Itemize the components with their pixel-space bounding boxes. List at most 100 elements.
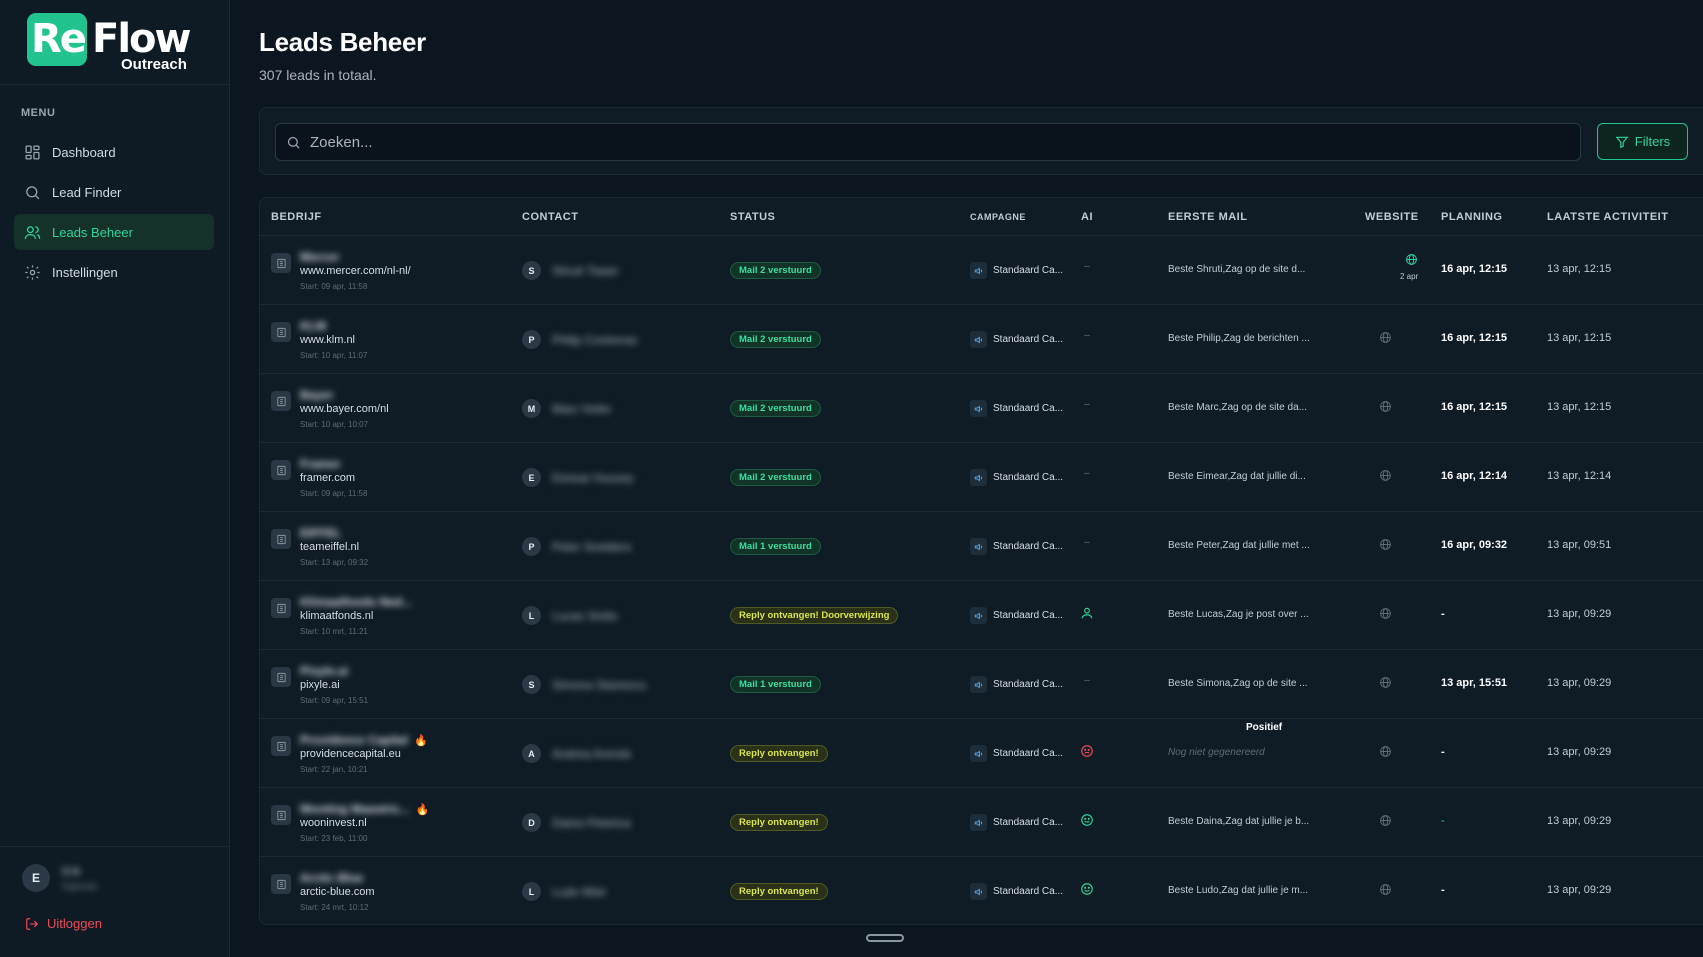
contact-name[interactable]: Simona Stanescu — [552, 678, 646, 692]
table-row[interactable]: Mercer www.mercer.com/nl-nl/Start: 09 apr… — [260, 236, 1703, 305]
user-profile[interactable]: E Erik Eigenaar — [22, 864, 98, 892]
first-mail-preview[interactable]: Beste Daina,Zag dat jullie je b... — [1168, 816, 1309, 827]
filters-button[interactable]: Filters — [1597, 123, 1688, 160]
campaign[interactable]: Standaard Ca... — [970, 607, 1063, 624]
contact-name[interactable]: Andrea Arends — [552, 747, 631, 761]
globe-icon[interactable] — [1379, 745, 1392, 758]
globe-icon[interactable] — [1379, 607, 1392, 620]
first-mail-preview[interactable]: Beste Peter,Zag dat jullie met ... — [1168, 540, 1310, 551]
col-status[interactable]: STATUS — [730, 211, 775, 223]
company-name-wrap[interactable]: Providence Capital 🔥 — [300, 733, 428, 747]
campaign[interactable]: Standaard Ca... — [970, 400, 1063, 417]
start-date: Start: 10 apr, 10:07 — [300, 420, 369, 429]
search-box[interactable] — [275, 123, 1581, 161]
company-name-wrap[interactable]: EIFFEL — [300, 526, 341, 540]
company-website[interactable]: www.bayer.com/nl — [300, 403, 389, 415]
sidebar-item-dashboard[interactable]: Dashboard — [14, 134, 214, 170]
ai-negative-icon[interactable] — [1080, 745, 1094, 761]
company-website[interactable]: framer.com — [300, 472, 355, 484]
contact-name[interactable]: Peter Snelders — [552, 540, 631, 554]
company-website[interactable]: teameiffel.nl — [300, 541, 359, 553]
company-name: Mercer — [300, 250, 340, 264]
company-website[interactable]: www.mercer.com/nl-nl/ — [300, 265, 411, 277]
company-name-wrap[interactable]: Pixyle.ai — [300, 664, 348, 678]
globe-icon[interactable] — [1379, 400, 1392, 413]
col-planning[interactable]: PLANNING — [1441, 211, 1502, 223]
col-eerste-mail[interactable]: EERSTE MAIL — [1168, 211, 1247, 223]
reflow-logo[interactable]: Re Flow Outreach — [26, 12, 206, 73]
company-website[interactable]: wooninvest.nl — [300, 817, 367, 829]
contact-avatar: L — [522, 606, 541, 625]
company-website[interactable]: www.klm.nl — [300, 334, 355, 346]
ai-positive-icon[interactable] — [1080, 814, 1094, 830]
first-mail-preview[interactable]: Nog niet gegenereerd — [1168, 747, 1265, 758]
company-website[interactable]: providencecapital.eu — [300, 748, 401, 760]
contact-name[interactable]: Ludo Wiel — [552, 885, 605, 899]
table-row[interactable]: Arctic Blue arctic-blue.com Start: 24 mrt,… — [260, 857, 1703, 924]
first-mail-preview[interactable]: Beste Simona,Zag op de site ... — [1168, 678, 1308, 689]
hot-lead-icon: 🔥 — [415, 804, 430, 816]
ai-cell: – — [1080, 399, 1094, 410]
campaign[interactable]: Standaard Ca... — [970, 745, 1063, 762]
globe-icon[interactable] — [1379, 469, 1392, 482]
company-name-wrap[interactable]: Wonting Maastric... 🔥 — [300, 802, 430, 816]
campaign[interactable]: Standaard Ca... — [970, 331, 1063, 348]
company-name-wrap[interactable]: Arctic Blue — [300, 871, 363, 885]
campaign[interactable]: Standaard Ca... — [970, 883, 1063, 900]
globe-icon[interactable] — [1379, 538, 1392, 551]
contact-name[interactable]: Eimear Hussey — [552, 471, 633, 485]
campaign[interactable]: Standaard Ca... — [970, 676, 1063, 693]
globe-icon[interactable] — [1379, 883, 1392, 896]
company-name-wrap[interactable]: Mercer — [300, 250, 339, 264]
table-row[interactable]: EIFFEL teameiffel.nl Start: 13 apr, 09:32 P… — [260, 512, 1703, 581]
first-mail-preview[interactable]: Beste Lucas,Zag je post over ... — [1168, 609, 1309, 620]
table-row[interactable]: Klimaatfonds Ned... klimaatfonds.nl Start:… — [260, 581, 1703, 650]
campaign[interactable]: Standaard Ca... — [970, 538, 1063, 555]
table-row[interactable]: KLM www.klm.nl Start: 10 apr, 11:07 P Philip… — [260, 305, 1703, 374]
globe-icon[interactable] — [1379, 676, 1392, 689]
contact-name[interactable]: Shruti Tiwari — [552, 264, 618, 278]
company-website[interactable]: klimaatfonds.nl — [300, 610, 373, 622]
campaign[interactable]: Standaard Ca... — [970, 262, 1063, 279]
contact-name[interactable]: Lucas Smits — [552, 609, 617, 623]
table-row[interactable]: Bayer www.bayer.com/nl Start: 10 apr, 10:0… — [260, 374, 1703, 443]
company-website[interactable]: arctic-blue.com — [300, 886, 375, 898]
campaign[interactable]: Standaard Ca... — [970, 814, 1063, 831]
table-row[interactable]: Wonting Maastric... 🔥 wooninvest.nl Start: … — [260, 788, 1703, 857]
logout-button[interactable]: Uitloggen — [25, 916, 102, 931]
sidebar-item-leads-beheer[interactable]: Leads Beheer — [14, 214, 214, 250]
col-website[interactable]: WEBSITE — [1365, 211, 1419, 223]
ai-person-icon[interactable] — [1080, 607, 1094, 623]
contact-name[interactable]: Philip Contreras — [552, 333, 637, 347]
sidebar-item-lead-finder[interactable]: Lead Finder — [14, 174, 214, 210]
first-mail-preview[interactable]: Beste Eimear,Zag dat jullie di... — [1168, 471, 1306, 482]
col-bedrijf[interactable]: BEDRIJF — [271, 211, 322, 223]
company-name-wrap[interactable]: Bayer — [300, 388, 333, 402]
table-row[interactable]: Providence Capital 🔥 providencecapital.eu S… — [260, 719, 1703, 788]
col-laatste-activiteit[interactable]: LAATSTE ACTIVITEIT — [1547, 211, 1668, 223]
table-row[interactable]: Pixyle.ai pixyle.ai Start: 09 apr, 15:51 S S… — [260, 650, 1703, 719]
col-contact[interactable]: CONTACT — [522, 211, 578, 223]
sidebar-item-instellingen[interactable]: Instellingen — [14, 254, 214, 290]
first-mail-preview[interactable]: Beste Ludo,Zag dat jullie je m... — [1168, 885, 1308, 896]
horizontal-scrollbar[interactable] — [866, 934, 904, 942]
globe-icon[interactable] — [1405, 253, 1418, 266]
col-ai[interactable]: AI — [1081, 211, 1093, 223]
table-row[interactable]: Framer framer.com Start: 09 apr, 11:58 E Eim… — [260, 443, 1703, 512]
company-website[interactable]: pixyle.ai — [300, 679, 340, 691]
contact-name[interactable]: Marc Hofer — [552, 402, 611, 416]
campaign[interactable]: Standaard Ca... — [970, 469, 1063, 486]
ai-positive-icon[interactable] — [1080, 883, 1094, 899]
first-mail-preview[interactable]: Beste Shruti,Zag op de site d... — [1168, 264, 1305, 275]
globe-icon[interactable] — [1379, 331, 1392, 344]
col-campagne[interactable]: CAMPAGNE — [970, 212, 1026, 222]
first-mail-preview[interactable]: Beste Philip,Zag de berichten ... — [1168, 333, 1310, 344]
company-name-wrap[interactable]: Framer — [300, 457, 341, 471]
search-input[interactable] — [310, 133, 1510, 151]
contact-name[interactable]: Daina Peterica — [552, 816, 631, 830]
user-info: Erik Eigenaar — [62, 866, 98, 891]
first-mail-preview[interactable]: Beste Marc,Zag op de site da... — [1168, 402, 1307, 413]
globe-icon[interactable] — [1379, 814, 1392, 827]
company-name-wrap[interactable]: Klimaatfonds Ned... — [300, 595, 412, 609]
company-name-wrap[interactable]: KLM — [300, 319, 326, 333]
